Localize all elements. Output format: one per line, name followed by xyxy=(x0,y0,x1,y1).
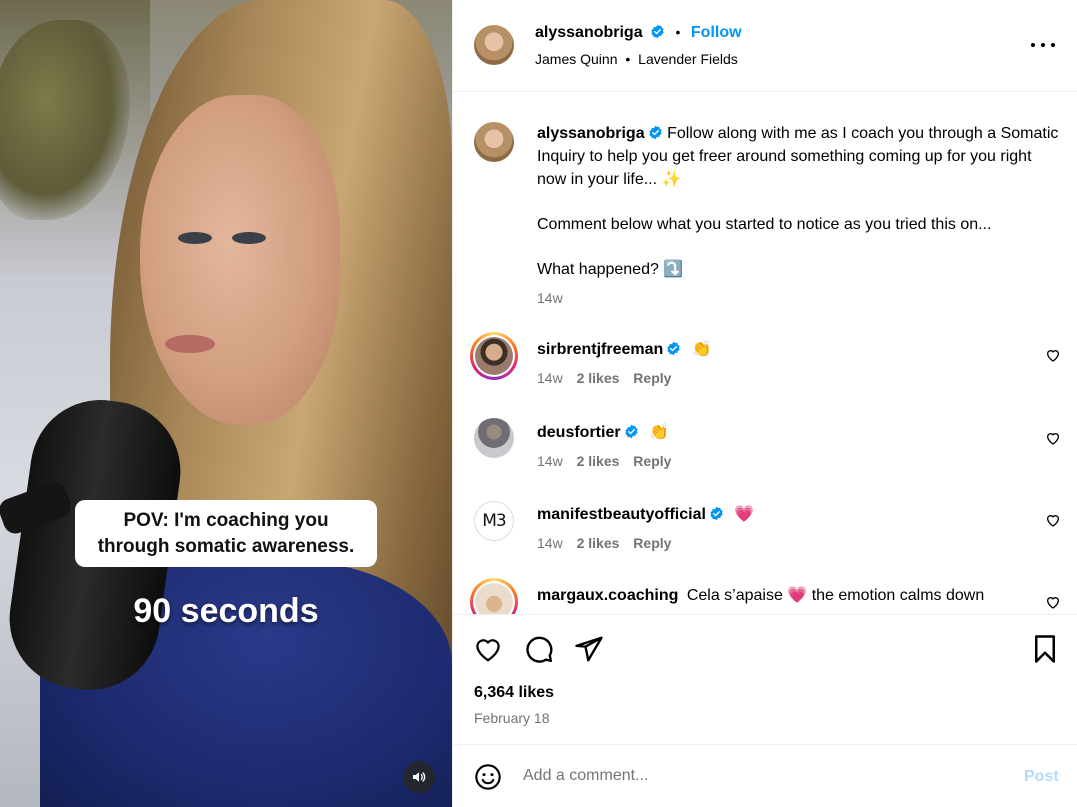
comment-input[interactable] xyxy=(523,767,993,785)
commenter-avatar[interactable] xyxy=(474,418,514,458)
emoji-icon[interactable] xyxy=(474,763,502,791)
video-caption-duration: 90 seconds xyxy=(133,592,319,630)
story-ring[interactable] xyxy=(470,578,518,614)
author-line: alyssanobriga • Follow xyxy=(535,24,742,42)
comment-likes[interactable]: 2 likes xyxy=(577,453,620,469)
caption-text-2: Comment below what you started to notice… xyxy=(537,216,992,233)
post-details-panel: alyssanobriga • Follow James Quinn • Lav… xyxy=(452,0,1077,807)
author-username[interactable]: alyssanobriga xyxy=(535,24,643,41)
woman-face xyxy=(140,95,340,425)
commenter-avatar xyxy=(475,337,513,375)
heart-icon[interactable] xyxy=(1045,594,1061,610)
commenter-avatar xyxy=(475,583,513,614)
heart-icon[interactable] xyxy=(1045,512,1061,528)
comment-bar: Post xyxy=(453,744,1077,807)
comment-icon[interactable] xyxy=(524,634,554,664)
reply-button[interactable]: Reply xyxy=(633,453,671,469)
author-avatar[interactable] xyxy=(474,25,514,65)
verified-badge-icon xyxy=(710,506,723,521)
caption-text-3: What happened? ⤵️ xyxy=(537,261,684,278)
comment-body: margaux.coaching Cela s’apaise 💗 the emo… xyxy=(537,584,984,607)
verified-badge-icon xyxy=(624,424,638,439)
comment-text: 👏 xyxy=(691,341,712,358)
comment-row: margaux.coaching Cela s’apaise 💗 the emo… xyxy=(453,577,1077,614)
audio-title: Lavender Fields xyxy=(638,51,738,67)
audio-info[interactable]: James Quinn • Lavender Fields xyxy=(535,51,738,67)
post-header: alyssanobriga • Follow James Quinn • Lav… xyxy=(453,0,1077,92)
verified-badge-icon xyxy=(648,125,662,140)
comment-username[interactable]: margaux.coaching xyxy=(537,587,678,604)
comment-body: manifestbeautyofficial 💗 xyxy=(537,503,754,526)
share-icon[interactable] xyxy=(574,634,604,664)
header-separator: • xyxy=(675,24,681,40)
comment-likes[interactable]: 2 likes xyxy=(577,535,620,551)
heart-icon[interactable] xyxy=(1045,347,1061,363)
commenter-avatar[interactable]: M3 xyxy=(474,501,514,541)
follow-button[interactable]: Follow xyxy=(691,24,742,41)
comment-body: deusfortier 👏 xyxy=(537,421,669,444)
post-comment-button[interactable]: Post xyxy=(1024,768,1059,786)
comment-likes[interactable]: 2 likes xyxy=(577,370,620,386)
eye-right xyxy=(232,232,266,244)
verified-badge-icon xyxy=(651,24,664,39)
more-horizontal-icon xyxy=(1031,43,1035,47)
caption-body: alyssanobriga Follow along with me as I … xyxy=(537,122,1062,310)
comment-time: 14w xyxy=(537,453,563,469)
woman-lips xyxy=(165,335,215,353)
more-dot xyxy=(1041,43,1045,47)
caption-username[interactable]: alyssanobriga xyxy=(537,125,645,142)
comment-body: sirbrentjfreeman 👏 xyxy=(537,338,712,361)
caption-time: 14w xyxy=(537,290,563,306)
post-date: February 18 xyxy=(474,710,550,726)
comment-username[interactable]: deusfortier xyxy=(537,424,621,441)
likes-count[interactable]: 6,364 likes xyxy=(474,684,554,702)
heart-icon[interactable] xyxy=(1045,430,1061,446)
comment-time: 14w xyxy=(537,535,563,551)
comment-username[interactable]: manifestbeautyofficial xyxy=(537,506,706,523)
reel-video[interactable]: POV: I'm coaching you through somatic aw… xyxy=(0,0,452,807)
comment-meta: 14w 2 likes Reply xyxy=(537,453,671,469)
comment-text: 💗 xyxy=(734,506,755,523)
bookmark-icon[interactable] xyxy=(1030,634,1060,664)
comment-text: Cela s’apaise 💗 the emotion calms down xyxy=(686,587,985,604)
more-dot xyxy=(1051,43,1055,47)
reply-button[interactable]: Reply xyxy=(633,370,671,386)
comment-meta: 14w 2 likes Reply xyxy=(537,370,671,386)
avatar-logo-text: M3 xyxy=(482,511,507,531)
eye-left xyxy=(178,232,212,244)
audio-artist: James Quinn xyxy=(535,51,618,67)
audio-separator: • xyxy=(625,51,631,67)
comment-username[interactable]: sirbrentjfreeman xyxy=(537,341,663,358)
sound-toggle-button[interactable] xyxy=(403,761,435,793)
comment-text: 👏 xyxy=(649,424,669,441)
verified-badge-icon xyxy=(667,341,680,356)
speaker-icon xyxy=(413,772,426,782)
comment-time: 14w xyxy=(537,370,563,386)
story-ring[interactable] xyxy=(470,332,518,380)
caption-avatar[interactable] xyxy=(474,122,514,162)
reply-button[interactable]: Reply xyxy=(633,535,671,551)
heart-icon[interactable] xyxy=(473,634,503,664)
more-options-button[interactable] xyxy=(1031,37,1055,53)
video-caption-box: POV: I'm coaching you through somatic aw… xyxy=(75,500,377,567)
comment-meta: 14w 2 likes Reply xyxy=(537,535,671,551)
